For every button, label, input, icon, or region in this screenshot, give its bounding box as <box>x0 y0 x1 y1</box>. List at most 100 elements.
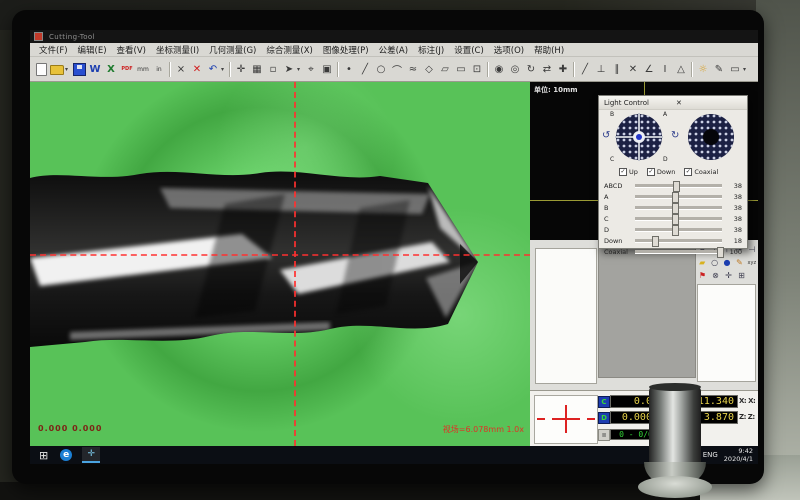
probe-icon[interactable]: ⌖ <box>303 61 319 78</box>
curve-tool-icon[interactable]: ≈ <box>405 61 421 78</box>
feature-list[interactable] <box>535 248 597 384</box>
new-file-icon[interactable] <box>33 61 49 78</box>
slider-track[interactable] <box>635 184 722 188</box>
delete-icon[interactable]: ✕ <box>189 61 205 78</box>
angle-icon[interactable]: ∠ <box>641 61 657 78</box>
active-app-icon[interactable]: ✛ <box>82 447 100 463</box>
undo-icon[interactable]: ↶ <box>205 61 221 78</box>
result-list[interactable] <box>697 284 756 382</box>
slider-track[interactable] <box>635 206 722 210</box>
coaxial-ring-light[interactable] <box>687 113 735 161</box>
slider-thumb[interactable] <box>672 192 679 203</box>
menu-settings[interactable]: 设置(C) <box>449 44 489 56</box>
slider-thumb[interactable] <box>717 247 724 258</box>
crosshair-toggle-icon[interactable]: ✛ <box>233 61 249 78</box>
slider-track[interactable] <box>635 228 722 232</box>
polygon-tool-icon[interactable]: ◇ <box>421 61 437 78</box>
measure-line-icon[interactable]: ╱ <box>577 61 593 78</box>
circle-tool-icon[interactable]: ○ <box>373 61 389 78</box>
arc-tool-icon[interactable]: ⌒ <box>389 61 405 78</box>
snap-grid-icon[interactable]: ▫ <box>265 61 281 78</box>
slot-tool-icon[interactable]: ▱ <box>437 61 453 78</box>
undo-dropdown-caret[interactable]: ▾ <box>221 66 227 73</box>
line-tool-icon[interactable]: ╱ <box>357 61 373 78</box>
perpendicular-icon[interactable]: ⊥ <box>593 61 609 78</box>
view-switch-icon[interactable]: ▭ <box>727 61 743 78</box>
rotate-left-icon[interactable]: ↺ <box>602 130 610 141</box>
view-dropdown-caret[interactable]: ▾ <box>743 66 749 73</box>
dialog-title-bar[interactable]: Light Control ✕ <box>599 96 747 110</box>
menu-image-process[interactable]: 图像处理(P) <box>318 44 374 56</box>
intersect-tool-icon[interactable]: ◉ <box>491 61 507 78</box>
offset-tool-icon[interactable]: ✚ <box>555 61 571 78</box>
grid-small-icon[interactable]: ⊞ <box>736 270 747 281</box>
menu-view[interactable]: 查看(V) <box>112 44 151 56</box>
edit-icon[interactable]: ✎ <box>734 257 744 268</box>
clock[interactable]: 9:42 2020/4/1 <box>724 447 753 463</box>
export-word-icon[interactable]: W <box>87 61 103 78</box>
check-icon: ✓ <box>619 168 627 176</box>
pen-icon[interactable]: ✎ <box>711 61 727 78</box>
rect-tool-icon[interactable]: ▭ <box>453 61 469 78</box>
slider-thumb[interactable] <box>652 236 659 247</box>
menu-coord-measure[interactable]: 坐标测量(I) <box>151 44 204 56</box>
checkbox-up[interactable]: ✓Up <box>619 168 638 176</box>
edge-browser-icon[interactable]: e <box>60 449 72 461</box>
camera-viewport[interactable]: 0.000 0.000 视场=6.078mm 1.0x <box>30 82 530 446</box>
open-folder-icon[interactable] <box>49 61 65 78</box>
roi-tool-icon[interactable]: ⊡ <box>469 61 485 78</box>
point-cloud-icon[interactable]: ○ <box>709 257 719 268</box>
triangle-icon[interactable]: △ <box>673 61 689 78</box>
close-icon[interactable]: ✕ <box>676 99 743 107</box>
menu-options[interactable]: 选项(O) <box>489 44 529 56</box>
slider-track[interactable] <box>635 217 722 221</box>
checkbox-down[interactable]: ✓Down <box>647 168 675 176</box>
slider-thumb[interactable] <box>672 225 679 236</box>
quadrant-ring-light[interactable] <box>615 113 663 161</box>
xyz-icon[interactable]: xyz <box>747 257 757 268</box>
start-button[interactable]: ⊞ <box>39 449 48 462</box>
slider-track[interactable] <box>635 239 722 243</box>
distance-icon[interactable]: I <box>657 61 673 78</box>
unit-mm-icon[interactable]: mm <box>135 61 151 78</box>
flag-icon[interactable]: ⚑ <box>697 270 708 281</box>
cs-align-right-icon[interactable]: ⊣ <box>747 244 757 255</box>
mirror-tool-icon[interactable]: ⇄ <box>539 61 555 78</box>
slider-thumb[interactable] <box>673 181 680 192</box>
menu-tolerance[interactable]: 公差(A) <box>374 44 413 56</box>
merge-icon[interactable]: ✛ <box>723 270 734 281</box>
grid-icon[interactable]: ▦ <box>249 61 265 78</box>
select-arrow-icon[interactable]: ➤ <box>281 61 297 78</box>
save-icon[interactable] <box>71 61 87 78</box>
delete-all-icon[interactable]: ⊗ <box>710 270 721 281</box>
layer-icon[interactable]: ▰ <box>697 257 707 268</box>
parallel-icon[interactable]: ∥ <box>609 61 625 78</box>
unit-inch-icon[interactable]: in <box>151 61 167 78</box>
pick-point-icon[interactable]: ⨯ <box>173 61 189 78</box>
globe-icon[interactable]: ● <box>722 257 732 268</box>
lamp-icon[interactable]: ☼ <box>695 61 711 78</box>
checkbox-coaxial[interactable]: ✓Coaxial <box>684 168 718 176</box>
rotate-right-icon[interactable]: ↻ <box>671 130 679 141</box>
export-excel-icon[interactable]: X <box>103 61 119 78</box>
slider-row-down: Down18 <box>604 235 742 246</box>
export-pdf-icon[interactable]: PDF <box>119 61 135 78</box>
slider-thumb[interactable] <box>672 214 679 225</box>
language-indicator[interactable]: ENG <box>703 451 718 459</box>
capture-icon[interactable]: ▣ <box>319 61 335 78</box>
ring-label-b: B <box>610 111 614 118</box>
menu-annotation[interactable]: 标注(J) <box>413 44 449 56</box>
rotate-tool-icon[interactable]: ↻ <box>523 61 539 78</box>
menu-combined-measure[interactable]: 综合测量(X) <box>261 44 317 56</box>
menu-geometry-measure[interactable]: 几何测量(G) <box>204 44 261 56</box>
concentric-tool-icon[interactable]: ◎ <box>507 61 523 78</box>
thumbnail-view[interactable] <box>598 248 696 378</box>
menu-help[interactable]: 帮助(H) <box>529 44 569 56</box>
menu-file[interactable]: 文件(F) <box>34 44 73 56</box>
slider-thumb[interactable] <box>672 203 679 214</box>
intersection-icon[interactable]: ✕ <box>625 61 641 78</box>
menu-edit[interactable]: 编辑(E) <box>73 44 112 56</box>
slider-track[interactable] <box>635 195 722 199</box>
point-tool-icon[interactable]: • <box>341 61 357 78</box>
slider-track[interactable] <box>635 250 722 254</box>
